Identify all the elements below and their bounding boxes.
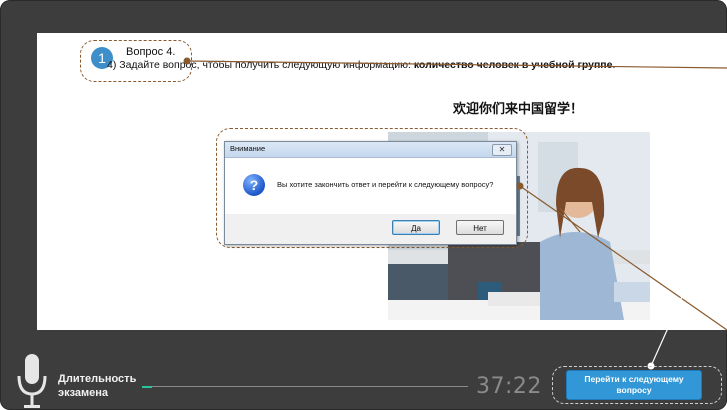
exam-progress-fill xyxy=(142,385,152,388)
callout-line-question xyxy=(186,60,727,69)
duration-label-line2: экзамена xyxy=(58,387,109,399)
callout-dot-dialog xyxy=(516,182,524,190)
exam-frame: 1 Вопрос 4. 4) Задайте вопрос, чтобы пол… xyxy=(0,0,727,410)
exam-timer: 37:22 xyxy=(476,374,542,399)
duration-label: Длительность экзамена xyxy=(58,372,148,400)
next-question-button[interactable]: Перейти к следующему вопросу xyxy=(566,370,702,400)
callout-line-dialog-tail xyxy=(559,207,581,233)
callout-line-dialog xyxy=(519,185,727,331)
callout-dot-question xyxy=(183,57,191,65)
microphone-icon xyxy=(17,354,47,408)
duration-label-line1: Длительность xyxy=(58,373,137,385)
exam-progress-bar xyxy=(142,385,468,388)
